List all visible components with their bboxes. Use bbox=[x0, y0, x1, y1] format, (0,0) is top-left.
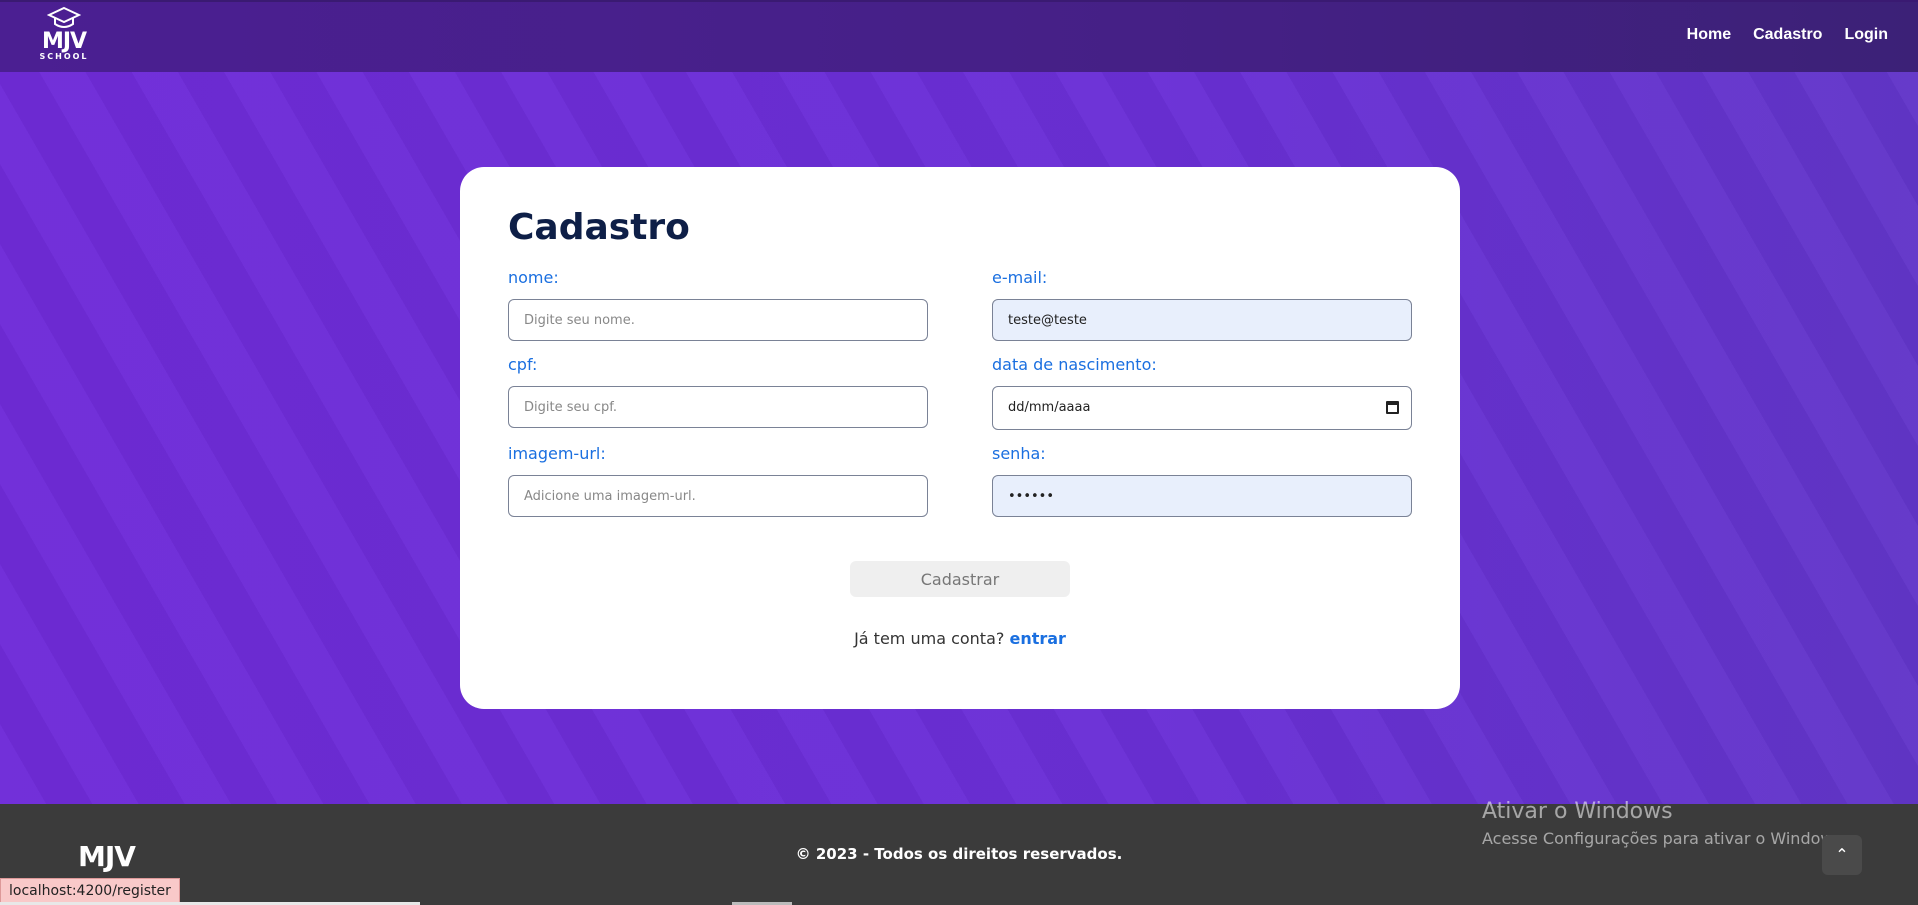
senha-input[interactable] bbox=[992, 475, 1412, 517]
nome-input[interactable] bbox=[508, 299, 928, 341]
nascimento-value: dd/mm/aaaa bbox=[1008, 400, 1091, 415]
senha-label: senha: bbox=[992, 444, 1046, 463]
scroll-top-button[interactable]: ⌃ bbox=[1822, 835, 1862, 875]
cpf-label: cpf: bbox=[508, 355, 538, 374]
imagem-label: imagem-url: bbox=[508, 444, 606, 463]
cpf-input[interactable] bbox=[508, 386, 928, 428]
nav-cadastro[interactable]: Cadastro bbox=[1753, 26, 1822, 44]
imagem-input[interactable] bbox=[508, 475, 928, 517]
login-prompt: Já tem uma conta? entrar bbox=[460, 629, 1460, 648]
senha-field: senha: bbox=[992, 444, 1412, 517]
nascimento-label: data de nascimento: bbox=[992, 355, 1157, 374]
calendar-icon[interactable] bbox=[1386, 401, 1399, 414]
login-link[interactable]: entrar bbox=[1009, 629, 1065, 648]
nav-login[interactable]: Login bbox=[1844, 26, 1888, 44]
graduation-cap-icon bbox=[47, 6, 81, 28]
email-input[interactable] bbox=[992, 299, 1412, 341]
login-prompt-text: Já tem uma conta? bbox=[854, 629, 1005, 648]
status-bar-url: localhost:4200/register bbox=[0, 878, 180, 905]
email-field: e-mail: bbox=[992, 268, 1412, 341]
nome-label: nome: bbox=[508, 268, 559, 287]
email-label: e-mail: bbox=[992, 268, 1048, 287]
navbar: MJV SCHOOL Home Cadastro Login bbox=[0, 0, 1918, 72]
windows-activation-watermark: Ativar o Windows Acesse Configurações pa… bbox=[1482, 797, 1847, 851]
register-card: Cadastro nome: e-mail: cpf: data de nasc… bbox=[460, 167, 1460, 709]
nascimento-field: data de nascimento: dd/mm/aaaa bbox=[992, 355, 1412, 430]
nav-home[interactable]: Home bbox=[1687, 26, 1731, 44]
nav-links: Home Cadastro Login bbox=[1687, 26, 1888, 44]
nome-field: nome: bbox=[508, 268, 928, 341]
brand-sub: SCHOOL bbox=[39, 52, 89, 61]
page-title: Cadastro bbox=[508, 207, 690, 248]
chevron-up-icon: ⌃ bbox=[1835, 845, 1849, 864]
watermark-subtitle: Acesse Configurações para ativar o Windo… bbox=[1482, 829, 1847, 848]
brand-name: MJV bbox=[41, 29, 87, 54]
brand-logo[interactable]: MJV SCHOOL bbox=[36, 6, 92, 68]
watermark-title: Ativar o Windows bbox=[1482, 799, 1673, 824]
cpf-field: cpf: bbox=[508, 355, 928, 428]
cadastrar-button[interactable]: Cadastrar bbox=[850, 561, 1070, 597]
imagem-field: imagem-url: bbox=[508, 444, 928, 517]
nascimento-input[interactable]: dd/mm/aaaa bbox=[992, 386, 1412, 430]
